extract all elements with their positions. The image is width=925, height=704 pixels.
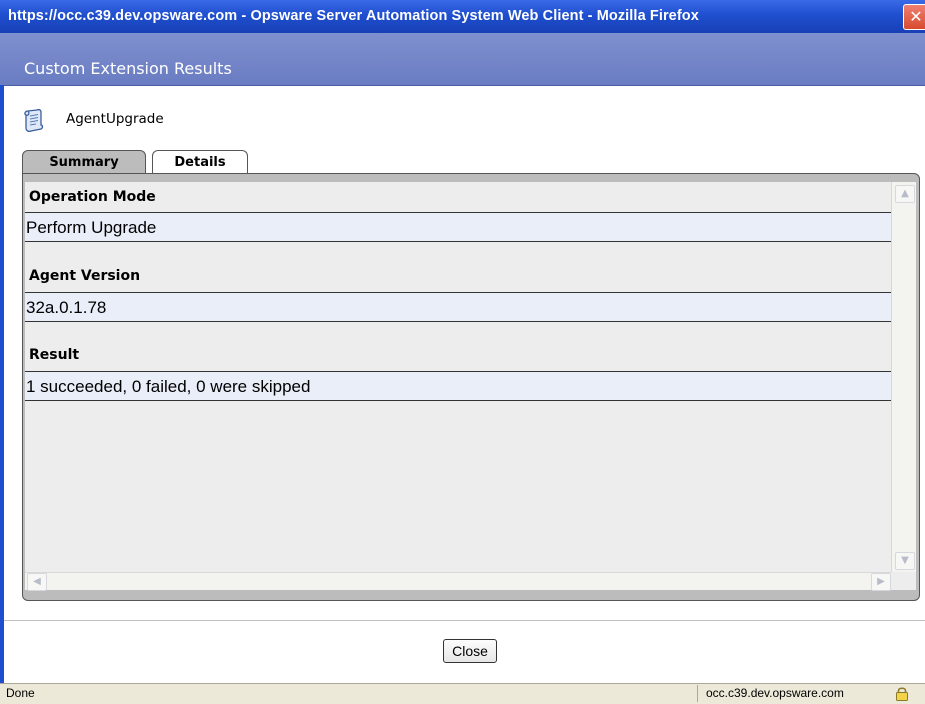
result-heading: Result bbox=[29, 347, 80, 363]
scroll-up-arrow-icon[interactable]: ▲ bbox=[895, 185, 915, 203]
horizontal-scrollbar[interactable]: ◀ ▶ bbox=[25, 572, 891, 591]
status-domain-panel: occ.c39.dev.opsware.com bbox=[697, 685, 922, 702]
result-value: 1 succeeded, 0 failed, 0 were skipped bbox=[25, 371, 891, 401]
extension-name: AgentUpgrade bbox=[66, 111, 164, 127]
dialog-header: Custom Extension Results bbox=[0, 33, 925, 86]
operation-mode-value: Perform Upgrade bbox=[25, 212, 891, 242]
padlock-icon[interactable] bbox=[895, 686, 909, 701]
scroll-down-arrow-icon[interactable]: ▼ bbox=[895, 552, 915, 570]
tab-details[interactable]: Details bbox=[152, 150, 248, 175]
operation-mode-heading: Operation Mode bbox=[29, 189, 156, 205]
window-titlebar: https://occ.c39.dev.opsware.com - Opswar… bbox=[0, 0, 925, 33]
agent-version-value: 32a.0.1.78 bbox=[25, 292, 891, 322]
tab-summary[interactable]: Summary bbox=[22, 150, 146, 175]
script-scroll-icon bbox=[24, 108, 44, 133]
footer-divider bbox=[4, 620, 925, 621]
summary-panel: Operation Mode Perform Upgrade Agent Ver… bbox=[22, 173, 920, 601]
scrollbar-corner bbox=[891, 572, 916, 590]
dialog-title: Custom Extension Results bbox=[24, 59, 232, 78]
window-close-button[interactable]: ✕ bbox=[903, 4, 925, 30]
status-bar: Done occ.c39.dev.opsware.com bbox=[0, 683, 925, 704]
status-text: Done bbox=[6, 686, 35, 700]
close-button[interactable]: Close bbox=[443, 639, 497, 663]
window-frame-left bbox=[0, 85, 4, 683]
summary-content: Operation Mode Perform Upgrade Agent Ver… bbox=[25, 182, 891, 572]
window-title: https://occ.c39.dev.opsware.com - Opswar… bbox=[8, 8, 699, 24]
status-domain: occ.c39.dev.opsware.com bbox=[706, 686, 844, 700]
scroll-left-arrow-icon[interactable]: ◀ bbox=[27, 573, 47, 591]
agent-version-heading: Agent Version bbox=[29, 268, 141, 284]
vertical-scrollbar[interactable]: ▲ ▼ bbox=[891, 182, 916, 572]
scroll-right-arrow-icon[interactable]: ▶ bbox=[871, 573, 891, 591]
